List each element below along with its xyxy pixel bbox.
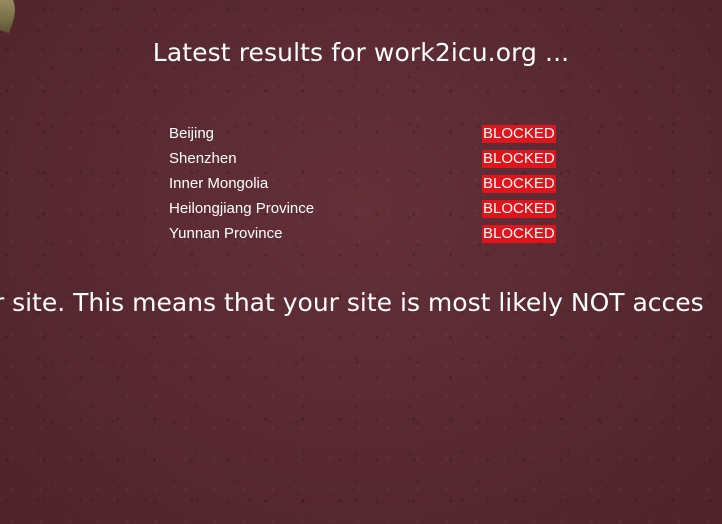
location-label: Inner Mongolia bbox=[169, 175, 269, 192]
status-badge: BLOCKED bbox=[482, 125, 556, 143]
status-badge: BLOCKED bbox=[482, 175, 556, 193]
result-row: Beijing BLOCKED bbox=[169, 121, 569, 146]
results-list: Beijing BLOCKED Shenzhen BLOCKED Inner M… bbox=[169, 121, 569, 246]
result-row: Yunnan Province BLOCKED bbox=[169, 221, 569, 246]
status-badge: BLOCKED bbox=[482, 225, 556, 243]
status-badge: BLOCKED bbox=[482, 150, 556, 168]
location-label: Beijing bbox=[169, 125, 215, 142]
location-label: Shenzhen bbox=[169, 150, 237, 167]
status-badge: BLOCKED bbox=[482, 200, 556, 218]
location-label: Heilongjiang Province bbox=[169, 200, 315, 217]
status-message: ur site. This means that your site is mo… bbox=[0, 288, 704, 317]
results-heading: Latest results for work2icu.org ... bbox=[152, 38, 570, 67]
leaf-decoration bbox=[0, 0, 22, 34]
location-label: Yunnan Province bbox=[169, 225, 283, 242]
result-row: Heilongjiang Province BLOCKED bbox=[169, 196, 569, 221]
result-row: Inner Mongolia BLOCKED bbox=[169, 171, 569, 196]
result-row: Shenzhen BLOCKED bbox=[169, 146, 569, 171]
